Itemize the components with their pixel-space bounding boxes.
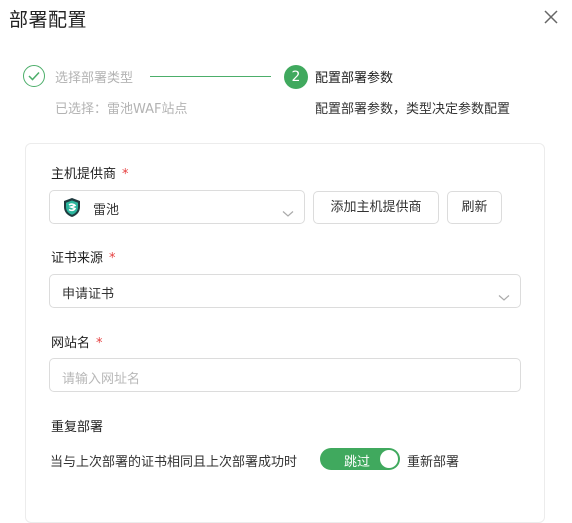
host-provider-value: 雷池 <box>93 203 120 218</box>
host-provider-label: 主机提供商 * <box>51 167 129 182</box>
site-name-placeholder: 请输入网址名 <box>62 372 141 387</box>
step-connector <box>150 76 271 77</box>
toggle-label: 跳过 <box>344 455 371 470</box>
toggle-knob <box>380 450 398 468</box>
step-2-title: 配置部署参数 <box>315 71 394 86</box>
site-name-label: 网站名 * <box>51 336 103 351</box>
step-2-number: 2 <box>284 65 308 89</box>
skip-toggle[interactable]: 跳过 <box>320 448 400 470</box>
step-done-check-icon <box>23 65 45 87</box>
redeploy-condition-text: 当与上次部署的证书相同且上次部署成功时 <box>50 455 298 470</box>
dialog-title: 部署配置 <box>9 9 88 31</box>
step-2-desc: 配置部署参数，类型决定参数配置 <box>315 102 511 117</box>
close-icon[interactable] <box>542 8 560 26</box>
chevron-down-icon <box>498 287 510 306</box>
required-mark: * <box>122 167 129 182</box>
cert-source-label: 证书来源 * <box>51 251 116 266</box>
refresh-button[interactable]: 刷新 <box>447 191 502 224</box>
step-1-desc: 已选择：雷池WAF站点 <box>55 102 188 117</box>
host-provider-select[interactable]: 雷池 <box>49 190 305 224</box>
step-1-title: 选择部署类型 <box>55 71 134 86</box>
required-mark: * <box>109 251 116 266</box>
add-host-provider-button[interactable]: 添加主机提供商 <box>313 191 439 224</box>
site-name-input[interactable]: 请输入网址名 <box>49 358 521 392</box>
required-mark: * <box>96 336 103 351</box>
chevron-down-icon <box>282 203 294 222</box>
redeploy-after-text: 重新部署 <box>407 455 460 470</box>
cert-source-select[interactable]: 申请证书 <box>49 274 521 308</box>
redeploy-label: 重复部署 <box>51 420 104 435</box>
cert-source-value: 申请证书 <box>62 287 115 302</box>
safeline-logo-icon <box>62 197 82 222</box>
